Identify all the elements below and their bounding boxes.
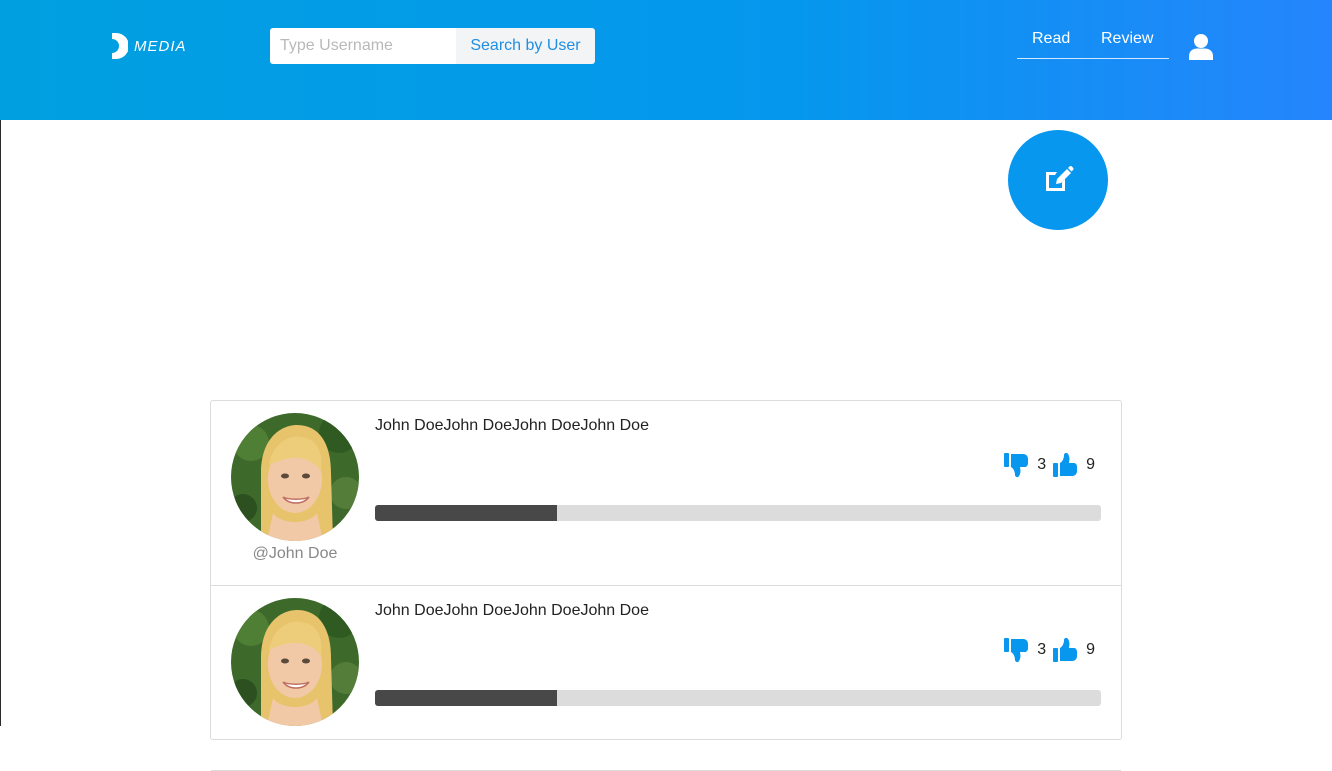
user-icon[interactable]: [1188, 33, 1214, 60]
dislike-count: 3: [1037, 456, 1047, 473]
search-by-user-button[interactable]: Search by User: [456, 28, 595, 64]
top-header: MEDIA Search by User Read Review: [0, 0, 1332, 120]
vote-controls: 3 9: [1003, 636, 1101, 664]
thumbs-up-icon[interactable]: [1052, 636, 1080, 664]
main-nav: Read Review: [1017, 28, 1169, 59]
brand-logo[interactable]: MEDIA: [110, 32, 187, 60]
avatar[interactable]: [231, 598, 359, 726]
like-count: 9: [1086, 641, 1095, 658]
username-search-input[interactable]: [270, 28, 456, 64]
review-feed: @John Doe John DoeJohn DoeJohn DoeJohn D…: [210, 400, 1122, 771]
rating-progress-fill: [375, 690, 557, 706]
post-username[interactable]: @John Doe: [231, 545, 359, 563]
nav-review-link[interactable]: Review: [1101, 29, 1153, 49]
like-count: 9: [1086, 456, 1095, 473]
thumbs-down-icon[interactable]: [1003, 636, 1031, 664]
logo-text: MEDIA: [134, 37, 187, 55]
user-search: Search by User: [270, 28, 595, 64]
rating-progress-fill: [375, 505, 557, 521]
rating-progress-bar: [375, 505, 1101, 521]
dislike-count: 3: [1037, 641, 1047, 658]
post-title[interactable]: John DoeJohn DoeJohn DoeJohn Doe: [375, 417, 649, 435]
thumbs-down-icon[interactable]: [1003, 451, 1031, 479]
review-card: John DoeJohn DoeJohn DoeJohn Doe 3 9: [211, 586, 1121, 771]
avatar[interactable]: [231, 413, 359, 541]
rating-progress-bar: [375, 690, 1101, 706]
compose-post-button[interactable]: [1008, 130, 1108, 230]
vote-controls: 3 9: [1003, 451, 1101, 479]
post-title[interactable]: John DoeJohn DoeJohn DoeJohn Doe: [375, 602, 649, 620]
thumbs-up-icon[interactable]: [1052, 451, 1080, 479]
logo-mark-icon: [112, 33, 128, 59]
nav-read-link[interactable]: Read: [1032, 29, 1070, 49]
review-card: @John Doe John DoeJohn DoeJohn DoeJohn D…: [211, 401, 1121, 586]
edit-icon: [1046, 165, 1074, 191]
